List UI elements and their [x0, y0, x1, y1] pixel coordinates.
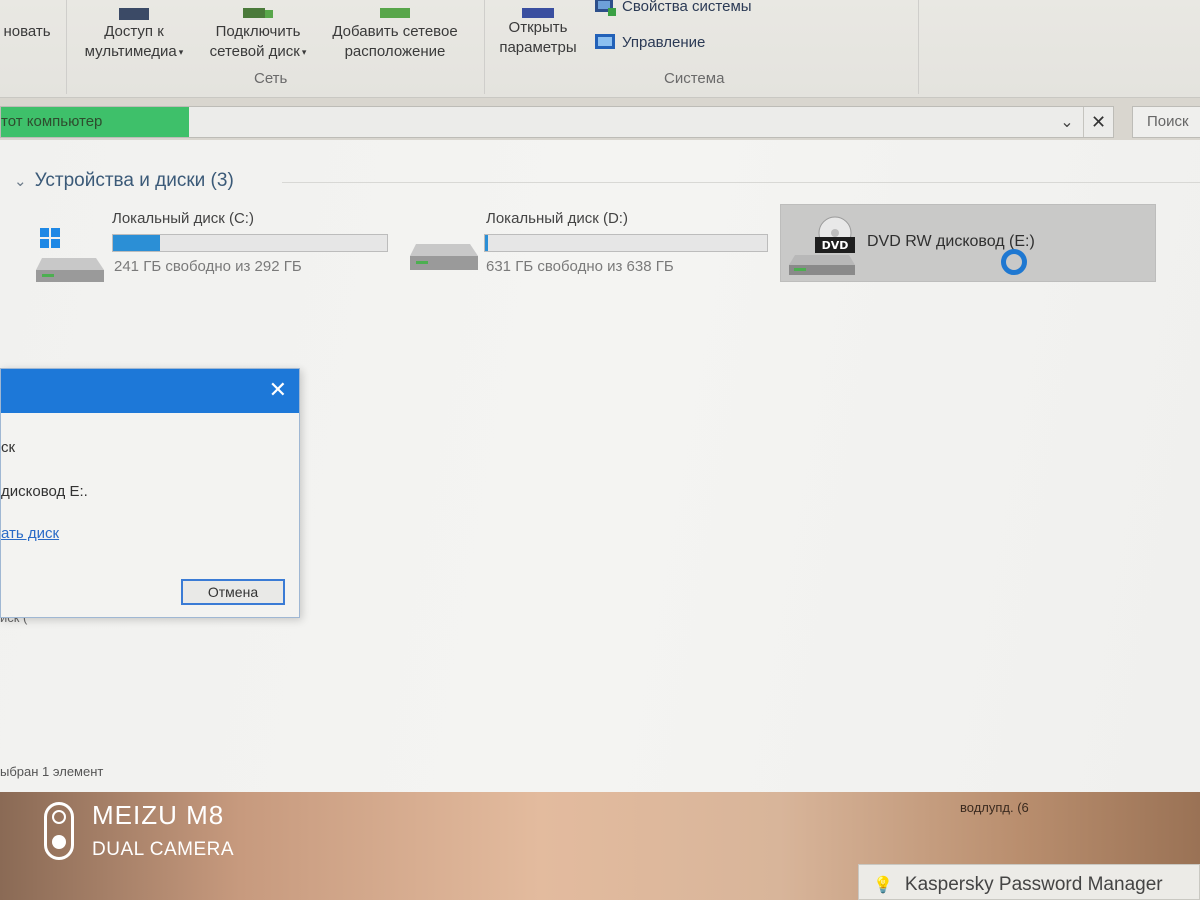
media-access-label-1: Доступ к — [104, 23, 164, 40]
chevron-down-icon: ▾ — [178, 47, 184, 58]
loading-spinner-icon — [1001, 249, 1027, 275]
ribbon-separator — [484, 0, 485, 94]
dvd-drive-icon: DVD — [789, 216, 855, 275]
close-icon[interactable]: ✕ — [269, 378, 287, 402]
ribbon-cut-label: новать — [3, 23, 51, 40]
dual-camera-icon — [44, 801, 74, 860]
dialog-heading: ск — [1, 439, 16, 456]
watermark-brand: MEIZU M8 — [92, 800, 225, 830]
cancel-button[interactable]: Отмена — [181, 579, 285, 605]
open-settings-button[interactable]: Открыть параметры — [490, 8, 586, 58]
drive-c[interactable]: Локальный диск (C:) 241 ГБ свободно из 2… — [36, 202, 396, 292]
group-label-system: Система — [664, 70, 725, 87]
add-network-location-label-2: расположение — [344, 43, 446, 60]
manage-label: Управление — [622, 33, 706, 51]
windows-drive-icon — [36, 228, 104, 282]
ribbon-cut-button[interactable]: новать — [0, 22, 54, 42]
open-settings-label-1: Открыть — [508, 19, 568, 36]
open-settings-label-2: параметры — [499, 39, 577, 56]
ribbon: новать Доступ к мультимедиа ▾ Подключить … — [0, 0, 1200, 98]
drive-c-usage-bar — [112, 234, 388, 252]
camera-lens-icon — [52, 809, 66, 824]
kaspersky-notification[interactable]: 💡 Kaspersky Password Manager — [858, 864, 1200, 900]
address-bar[interactable]: тот компьютер ⌄ ✕ — [0, 106, 1114, 138]
system-properties-label: Свойства системы — [622, 0, 752, 15]
drive-d-name: Локальный диск (D:) — [486, 210, 628, 227]
search-input[interactable]: Поиск — [1132, 106, 1200, 138]
devices-group-header[interactable]: ⌄ Устройства и диски (3) — [14, 170, 234, 192]
hard-drive-icon — [410, 244, 478, 270]
address-clear-icon[interactable]: ✕ — [1083, 107, 1113, 137]
camera-lens-icon — [52, 834, 66, 849]
network-location-icon — [380, 8, 410, 18]
drive-d[interactable]: Локальный диск (D:) 631 ГБ свободно из 6… — [410, 202, 770, 292]
system-properties-button[interactable]: Свойства системы — [594, 0, 752, 16]
dialog-titlebar: ✕ — [1, 369, 299, 413]
group-divider — [282, 182, 1200, 183]
map-network-drive-button[interactable]: Подключить сетевой диск ▾ — [198, 8, 318, 62]
drive-d-usage-fill — [485, 235, 488, 251]
watermark-sub: DUAL CAMERA — [92, 839, 235, 860]
devices-group-title: Устройства и диски (3) — [34, 170, 234, 191]
kaspersky-label: Kaspersky Password Manager — [904, 874, 1163, 895]
media-access-button[interactable]: Доступ к мультимедиа ▾ — [72, 8, 196, 62]
address-path[interactable]: тот компьютер — [1, 113, 102, 130]
manage-icon — [595, 34, 615, 49]
drive-c-usage-fill — [113, 235, 160, 251]
drive-d-free: 631 ГБ свободно из 638 ГБ — [486, 258, 674, 275]
add-network-location-button[interactable]: Добавить сетевое расположение — [320, 8, 470, 62]
chevron-down-icon: ▾ — [301, 47, 307, 58]
drive-d-usage-bar — [484, 234, 768, 252]
chevron-down-icon: ⌄ — [14, 173, 27, 190]
media-icon — [119, 8, 149, 20]
network-drive-icon — [243, 8, 273, 18]
camera-watermark: MEIZU M8 DUAL CAMERA — [44, 800, 234, 861]
drive-c-free: 241 ГБ свободно из 292 ГБ — [114, 258, 302, 275]
lightbulb-icon: 💡 — [873, 877, 893, 894]
ribbon-separator — [918, 0, 919, 94]
status-selected: ыбран 1 элемент — [0, 764, 104, 779]
manage-button[interactable]: Управление — [594, 32, 705, 52]
map-network-drive-label-2: сетевой диск — [209, 43, 300, 60]
system-properties-icon — [595, 0, 616, 16]
map-network-drive-label-1: Подключить — [215, 23, 301, 40]
dvd-badge-text: DVD — [822, 239, 849, 252]
drive-e-name: DVD RW дисковод (E:) — [867, 233, 1035, 250]
settings-icon — [522, 8, 554, 18]
drive-e[interactable]: DVD DVD RW дисковод (E:) — [780, 204, 1156, 282]
address-dropdown-icon[interactable]: ⌄ — [1055, 107, 1079, 137]
dialog-message: дисковод E:. — [1, 483, 88, 500]
media-access-label-2: мультимедиа — [84, 43, 177, 60]
drive-c-name: Локальный диск (C:) — [112, 210, 254, 227]
group-label-network: Сеть — [254, 70, 288, 87]
dialog-link[interactable]: ать диск — [1, 525, 59, 542]
ribbon-separator — [66, 0, 67, 94]
tray-text: водлупд. (6 — [960, 800, 1029, 815]
autoplay-dialog: ✕ ск дисковод E:. ать диск Отмена — [0, 368, 300, 618]
add-network-location-label-1: Добавить сетевое — [332, 23, 458, 40]
